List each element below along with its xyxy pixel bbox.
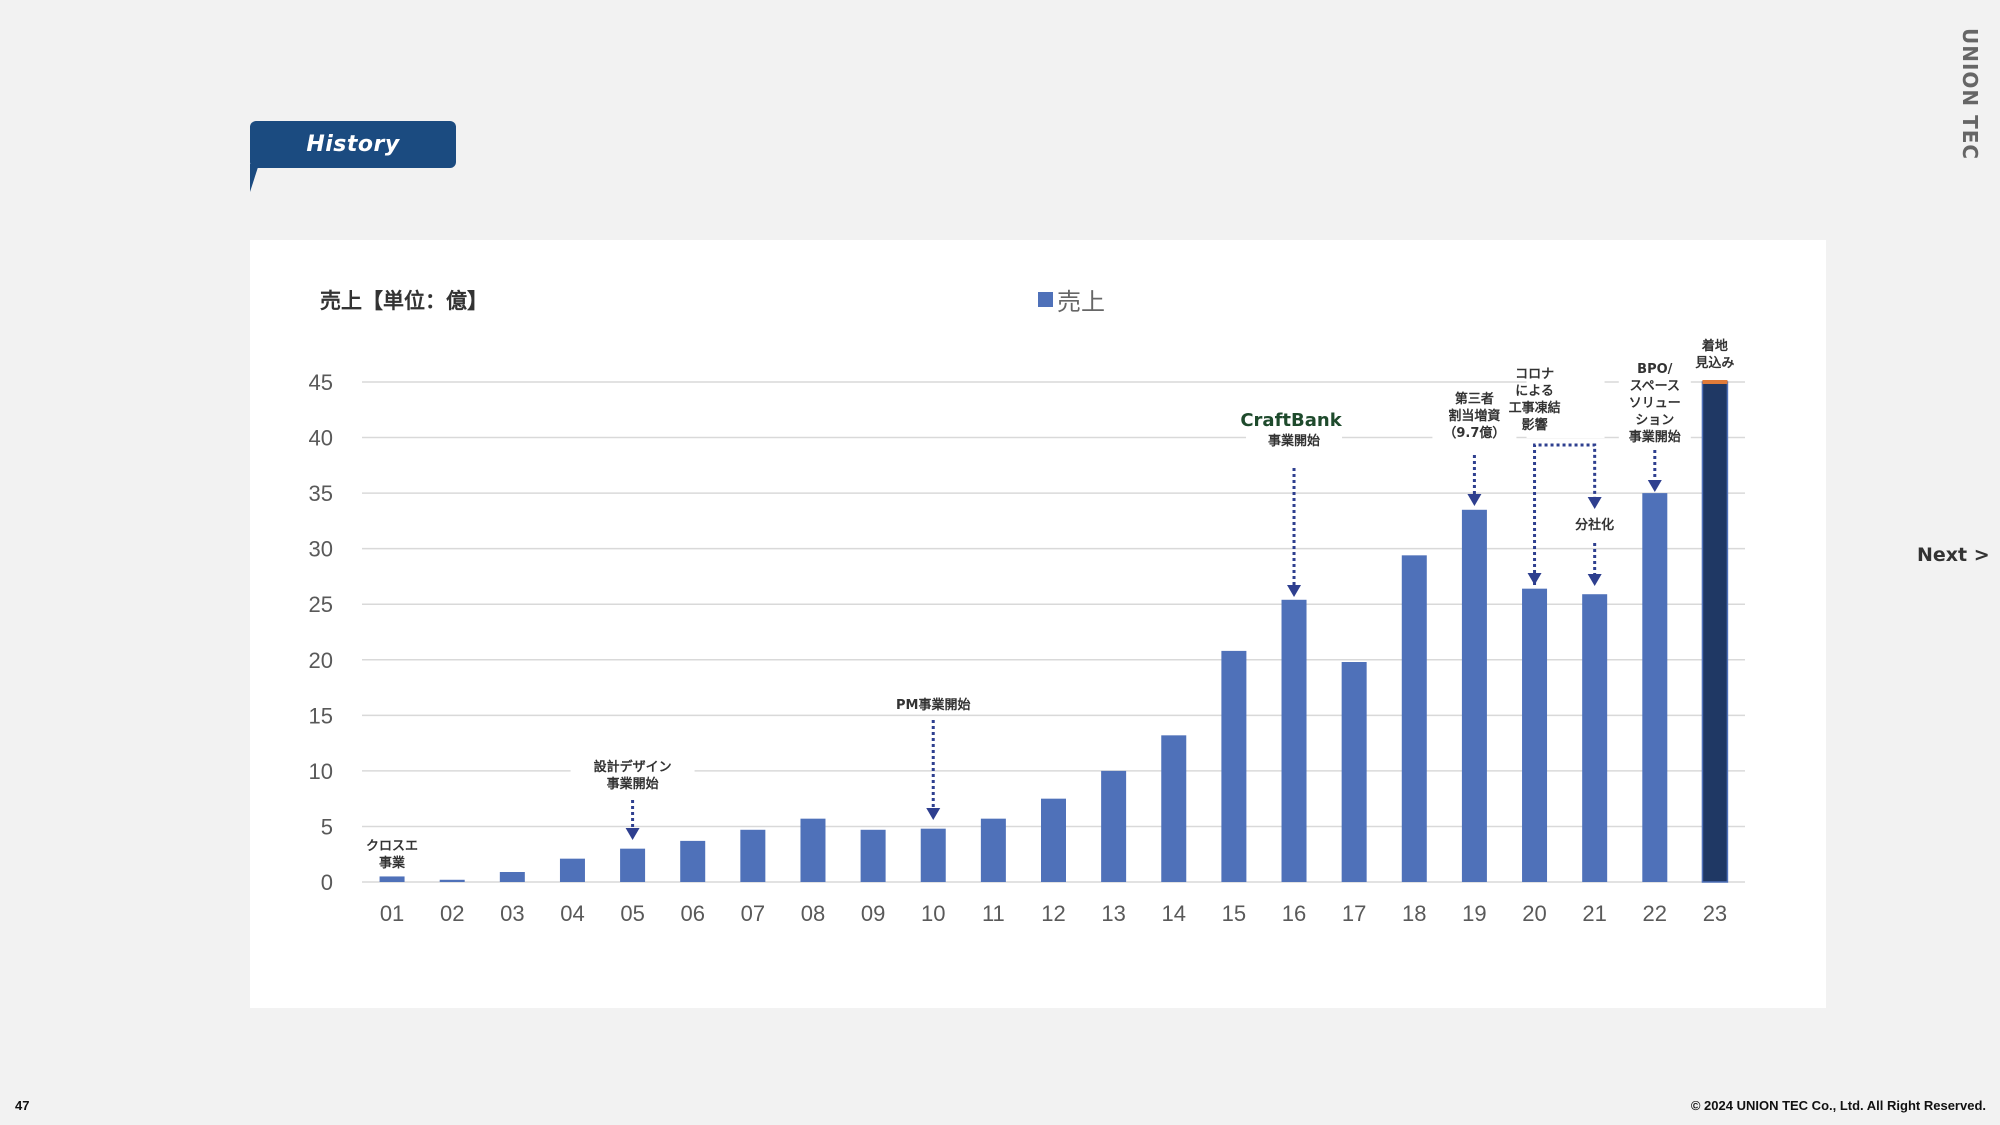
y-tick-label: 20	[309, 648, 333, 673]
annotation-label: 事業	[379, 855, 406, 871]
annotation-label: 工事凍結	[1509, 400, 1561, 416]
y-tick-label: 25	[309, 592, 333, 617]
x-tick-label: 06	[680, 901, 704, 926]
arrow-head-icon	[1587, 497, 1602, 509]
x-tick-label: 03	[500, 901, 524, 926]
annotation-label: スペース	[1630, 379, 1680, 394]
x-tick-label: 15	[1222, 901, 1246, 926]
annotation-label: PM事業開始	[896, 697, 970, 713]
x-tick-label: 22	[1643, 901, 1667, 926]
annotation-label: 影響	[1522, 417, 1548, 433]
bar	[1041, 798, 1066, 882]
dotted-bracket-line	[1533, 443, 1597, 585]
arrow-head-icon	[625, 828, 640, 840]
y-tick-label: 5	[321, 814, 333, 839]
x-tick-label: 11	[982, 901, 1005, 926]
annotation-label: 設計デザイン	[594, 759, 672, 775]
x-tick-label: 10	[921, 901, 945, 926]
bar	[499, 872, 525, 882]
bar	[980, 818, 1006, 882]
y-tick-label: 30	[309, 537, 333, 562]
x-tick-label: 01	[380, 901, 404, 926]
x-tick-label: 12	[1041, 901, 1065, 926]
annotation-label: BPO/	[1637, 362, 1672, 377]
y-tick-label: 0	[321, 870, 333, 895]
y-tick-label: 40	[309, 426, 333, 451]
annotation-label: 第三者	[1455, 391, 1494, 407]
x-tick-label: 09	[861, 901, 885, 926]
bar	[1461, 509, 1487, 882]
bar	[740, 829, 766, 882]
craftbank-logo: CraftBank	[1240, 410, 1342, 431]
y-tick-label: 35	[309, 481, 333, 506]
x-tick-label: 18	[1402, 901, 1426, 926]
annotation-label: 事業開始	[607, 776, 659, 792]
arrow-head-icon	[1287, 585, 1302, 597]
bar	[1221, 650, 1247, 882]
bar	[1101, 770, 1127, 882]
x-tick-label: 23	[1703, 901, 1727, 926]
arrow-head-icon	[1527, 573, 1542, 585]
x-tick-label: 19	[1462, 901, 1486, 926]
x-tick-label: 17	[1342, 901, 1366, 926]
annotation-label: による	[1515, 384, 1554, 399]
bar	[620, 848, 646, 882]
annotation-label: ソリュー	[1629, 396, 1681, 411]
x-tick-label: 20	[1522, 901, 1546, 926]
bar	[1161, 735, 1187, 882]
bar	[1701, 381, 1729, 883]
arrow-head-icon	[1647, 480, 1662, 492]
bar	[379, 876, 405, 882]
x-tick-label: 21	[1582, 901, 1606, 926]
x-tick-label: 02	[440, 901, 464, 926]
page-number: 47	[15, 1098, 30, 1113]
x-tick-label: 08	[801, 901, 825, 926]
x-tick-label: 04	[560, 901, 584, 926]
annotation-label: ション	[1635, 413, 1674, 428]
forecast-cap	[1702, 380, 1728, 384]
y-tick-label: 10	[309, 759, 333, 784]
bar	[1522, 588, 1548, 882]
bar	[1401, 555, 1427, 882]
x-tick-label: 14	[1162, 901, 1186, 926]
annotation-label: 事業開始	[1268, 433, 1320, 449]
annotation-label: 事業開始	[1629, 429, 1681, 445]
x-tick-label: 16	[1282, 901, 1306, 926]
arrow-head-icon	[926, 808, 941, 820]
bar	[680, 840, 706, 882]
annotation-label: 見込み	[1694, 355, 1734, 371]
annotation-label: （9.7億）	[1443, 425, 1505, 441]
x-tick-label: 05	[620, 901, 644, 926]
bar	[1582, 594, 1608, 882]
arrow-head-icon	[1467, 494, 1482, 506]
copyright: © 2024 UNION TEC Co., Ltd. All Right Res…	[1690, 1098, 1986, 1113]
bar	[1642, 493, 1668, 882]
sales-bar-chart: 05101520253035404501 02 03 04 05 06 07 08 09 10 11…	[309, 338, 1745, 926]
x-tick-label: 07	[741, 901, 765, 926]
bar	[439, 879, 465, 882]
bar	[1341, 662, 1367, 882]
y-tick-label: 45	[309, 370, 333, 395]
bar	[860, 829, 886, 882]
annotation-label: 着地	[1701, 338, 1728, 354]
bar	[920, 828, 946, 882]
annotation-label: コロナ	[1515, 367, 1554, 382]
y-tick-label: 15	[309, 703, 333, 728]
bar	[800, 818, 826, 882]
arrow-head-icon	[1587, 574, 1602, 586]
annotation-label: 分社化	[1575, 517, 1614, 533]
bar	[559, 858, 585, 882]
annotation-label: 割当増資	[1448, 408, 1500, 424]
annotation-label: クロスエ	[366, 839, 418, 854]
bar	[1281, 599, 1307, 882]
x-tick-label: 13	[1101, 901, 1125, 926]
